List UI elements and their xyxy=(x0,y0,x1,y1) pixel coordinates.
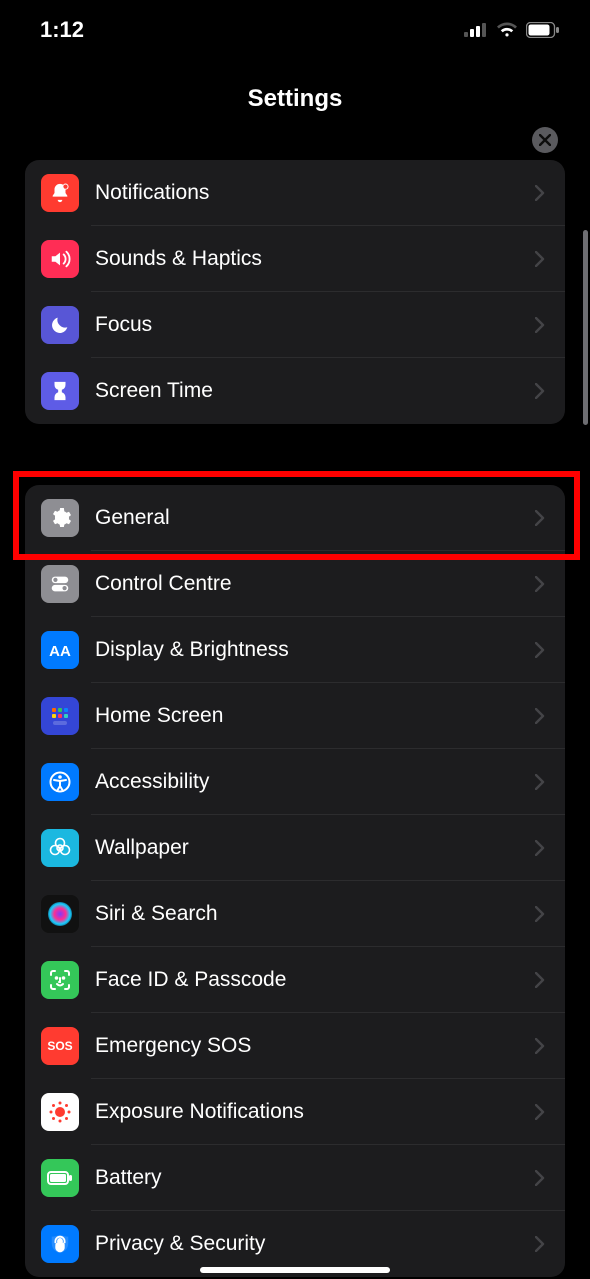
row-label: Home Screen xyxy=(95,704,535,728)
row-label: Notifications xyxy=(95,181,535,205)
battery-icon xyxy=(41,1159,79,1197)
row-sos[interactable]: SOS Emergency SOS xyxy=(25,1013,565,1079)
row-label: Face ID & Passcode xyxy=(95,968,535,992)
row-label: Accessibility xyxy=(95,770,535,794)
row-battery[interactable]: Battery xyxy=(25,1145,565,1211)
row-display[interactable]: AA Display & Brightness xyxy=(25,617,565,683)
chevron-right-icon xyxy=(535,708,545,724)
chevron-right-icon xyxy=(535,383,545,399)
chevron-right-icon xyxy=(535,317,545,333)
row-notifications[interactable]: Notifications xyxy=(25,160,565,226)
row-label: Wallpaper xyxy=(95,836,535,860)
row-label: Privacy & Security xyxy=(95,1232,535,1256)
row-label: Screen Time xyxy=(95,379,535,403)
row-label: Siri & Search xyxy=(95,902,535,926)
faceid-icon xyxy=(41,961,79,999)
controlcentre-icon xyxy=(41,565,79,603)
row-label: Sounds & Haptics xyxy=(95,247,535,271)
close-button[interactable] xyxy=(532,127,558,153)
svg-text:AA: AA xyxy=(49,643,71,660)
svg-text:SOS: SOS xyxy=(47,1039,72,1053)
screentime-icon xyxy=(41,372,79,410)
homescreen-icon xyxy=(41,697,79,735)
close-icon xyxy=(539,134,551,146)
scroll-indicator xyxy=(583,230,588,425)
chevron-right-icon xyxy=(535,1236,545,1252)
row-label: Focus xyxy=(95,313,535,337)
chevron-right-icon xyxy=(535,906,545,922)
chevron-right-icon xyxy=(535,840,545,856)
row-screentime[interactable]: Screen Time xyxy=(25,358,565,424)
row-accessibility[interactable]: Accessibility xyxy=(25,749,565,815)
general-icon xyxy=(41,499,79,537)
row-label: Battery xyxy=(95,1166,535,1190)
row-siri[interactable]: Siri & Search xyxy=(25,881,565,947)
status-time: 1:12 xyxy=(40,17,84,43)
wallpaper-icon xyxy=(41,829,79,867)
display-icon: AA xyxy=(41,631,79,669)
chevron-right-icon xyxy=(535,576,545,592)
siri-icon xyxy=(41,895,79,933)
chevron-right-icon xyxy=(535,972,545,988)
row-wallpaper[interactable]: Wallpaper xyxy=(25,815,565,881)
row-label: Control Centre xyxy=(95,572,535,596)
chevron-right-icon xyxy=(535,642,545,658)
page-title: Settings xyxy=(0,85,590,113)
cellular-icon xyxy=(464,23,488,37)
notifications-icon xyxy=(41,174,79,212)
sos-icon: SOS xyxy=(41,1027,79,1065)
sounds-icon xyxy=(41,240,79,278)
status-bar: 1:12 xyxy=(0,0,590,60)
row-exposure[interactable]: Exposure Notifications xyxy=(25,1079,565,1145)
chevron-right-icon xyxy=(535,1104,545,1120)
focus-icon xyxy=(41,306,79,344)
settings-group-2: General Control Centre AA Display & Brig… xyxy=(25,485,565,1277)
chevron-right-icon xyxy=(535,185,545,201)
row-label: Emergency SOS xyxy=(95,1034,535,1058)
row-faceid[interactable]: Face ID & Passcode xyxy=(25,947,565,1013)
row-homescreen[interactable]: Home Screen xyxy=(25,683,565,749)
row-label: General xyxy=(95,506,535,530)
row-focus[interactable]: Focus xyxy=(25,292,565,358)
home-indicator xyxy=(200,1267,390,1273)
chevron-right-icon xyxy=(535,1170,545,1186)
exposure-icon xyxy=(41,1093,79,1131)
row-sounds[interactable]: Sounds & Haptics xyxy=(25,226,565,292)
chevron-right-icon xyxy=(535,774,545,790)
settings-group-1: Notifications Sounds & Haptics Focus Scr… xyxy=(25,160,565,424)
chevron-right-icon xyxy=(535,251,545,267)
row-label: Exposure Notifications xyxy=(95,1100,535,1124)
chevron-right-icon xyxy=(535,510,545,526)
chevron-right-icon xyxy=(535,1038,545,1054)
accessibility-icon xyxy=(41,763,79,801)
status-icons xyxy=(464,22,560,38)
battery-icon xyxy=(526,22,560,38)
privacy-icon xyxy=(41,1225,79,1263)
row-controlcentre[interactable]: Control Centre xyxy=(25,551,565,617)
wifi-icon xyxy=(496,22,518,38)
row-label: Display & Brightness xyxy=(95,638,535,662)
row-general[interactable]: General xyxy=(25,485,565,551)
